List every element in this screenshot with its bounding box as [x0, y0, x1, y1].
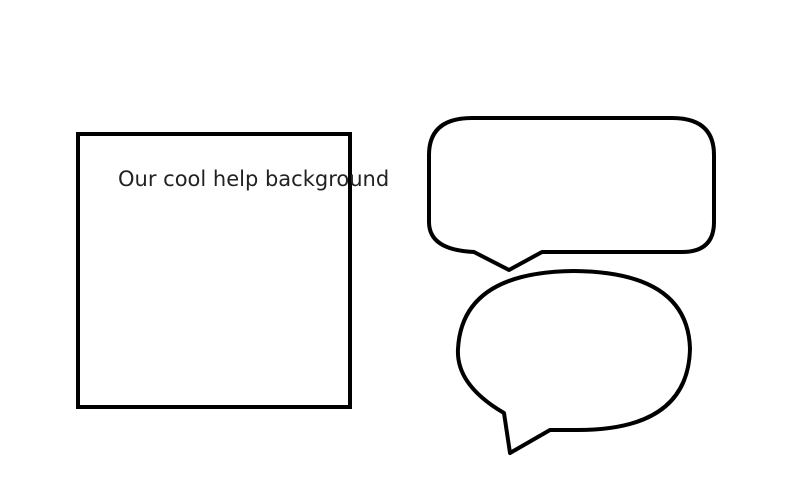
rounded-rectangle-speech-bubble — [427, 116, 716, 272]
oval-speech-bubble — [455, 269, 692, 455]
canvas: Our cool help background — [0, 0, 800, 480]
speech-bubbles — [427, 116, 716, 455]
help-background-label: Our cool help background — [118, 167, 390, 191]
